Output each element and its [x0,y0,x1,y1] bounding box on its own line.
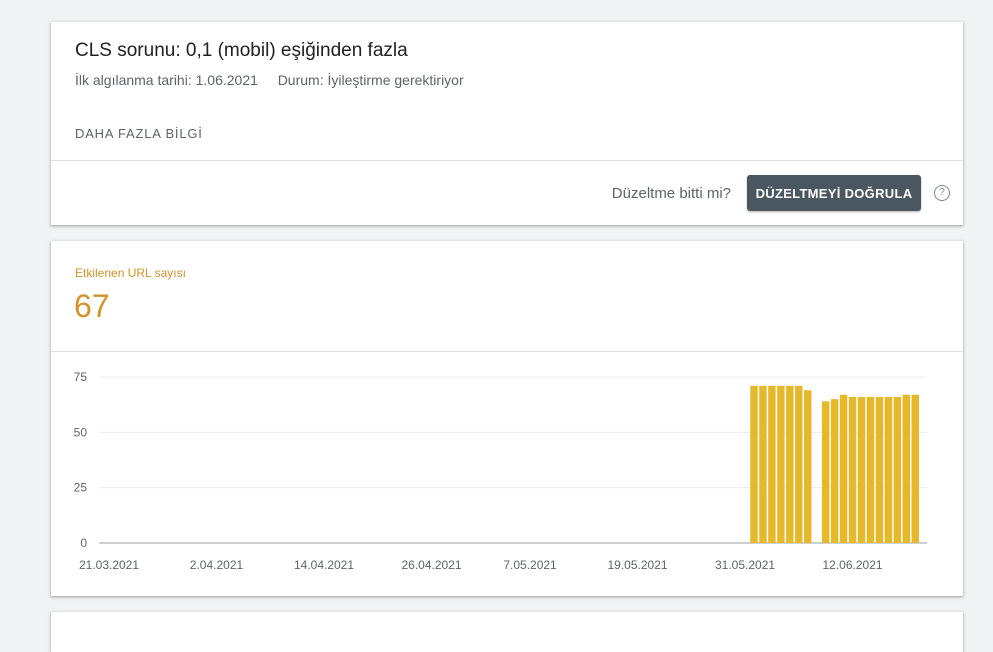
x-tick-label: 19.05.2021 [608,558,668,572]
chart-bar [839,394,848,543]
y-tick-label: 75 [74,370,88,384]
chart-bar [893,396,902,543]
chart-bar [804,390,812,543]
divider [51,160,963,161]
metric-value: 67 [74,288,110,324]
chart-bar [875,396,884,543]
x-tick-label: 12.06.2021 [823,558,883,572]
chart-bar [821,401,830,543]
issue-meta: İlk algılanma tarihi: 1.06.2021 Durum: İ… [75,72,464,88]
chart-bar [795,385,803,543]
chart-bar [759,385,767,543]
y-tick-label: 25 [74,481,88,495]
affected-urls-card: Etkilenen URL sayısı 67 0 25 50 75 21.03.202… [51,241,963,596]
chart-bar [848,396,857,543]
first-detected-label: İlk algılanma tarihi: [75,72,192,88]
y-tick-label: 50 [74,425,88,439]
next-card [51,612,963,652]
metric-label: Etkilenen URL sayısı [75,266,186,280]
chart-bar [911,394,919,543]
chart-bar [750,385,758,543]
chart-bar [786,385,794,543]
affected-urls-chart: 0 25 50 75 21.03.2021 2.04.2021 14.04.2021 26.0… [74,370,927,572]
y-tick-label: 0 [80,536,87,550]
x-tick-label: 26.04.2021 [401,558,461,572]
chart-bar [866,396,875,543]
first-detected-value: 1.06.2021 [195,72,258,88]
help-circle-icon[interactable]: ? [934,185,950,201]
x-tick-label: 14.04.2021 [294,558,354,572]
chart-bar [857,396,866,543]
chart-bar [902,394,911,543]
validate-fix-button[interactable]: DÜZELTMEYİ DOĞRULA [747,175,921,211]
status-value: İyileştirme gerektiriyor [327,72,464,88]
chart-bar [768,385,776,543]
x-tick-label: 31.05.2021 [715,558,775,572]
x-tick-label: 21.03.2021 [79,558,139,572]
chart-bar [777,385,785,543]
issue-title: CLS sorunu: 0,1 (mobil) eşiğinden fazla [75,40,408,61]
x-tick-label: 7.05.2021 [503,558,557,572]
issue-card: CLS sorunu: 0,1 (mobil) eşiğinden fazla … [51,22,963,225]
fix-question-text: Düzeltme bitti mi? [611,185,731,202]
more-info-link[interactable]: DAHA FAZLA BİLGİ [75,126,203,141]
chart-bar [830,399,839,543]
x-tick-label: 2.04.2021 [190,558,244,572]
chart-bar [884,396,893,543]
status-label: Durum: [277,72,324,88]
